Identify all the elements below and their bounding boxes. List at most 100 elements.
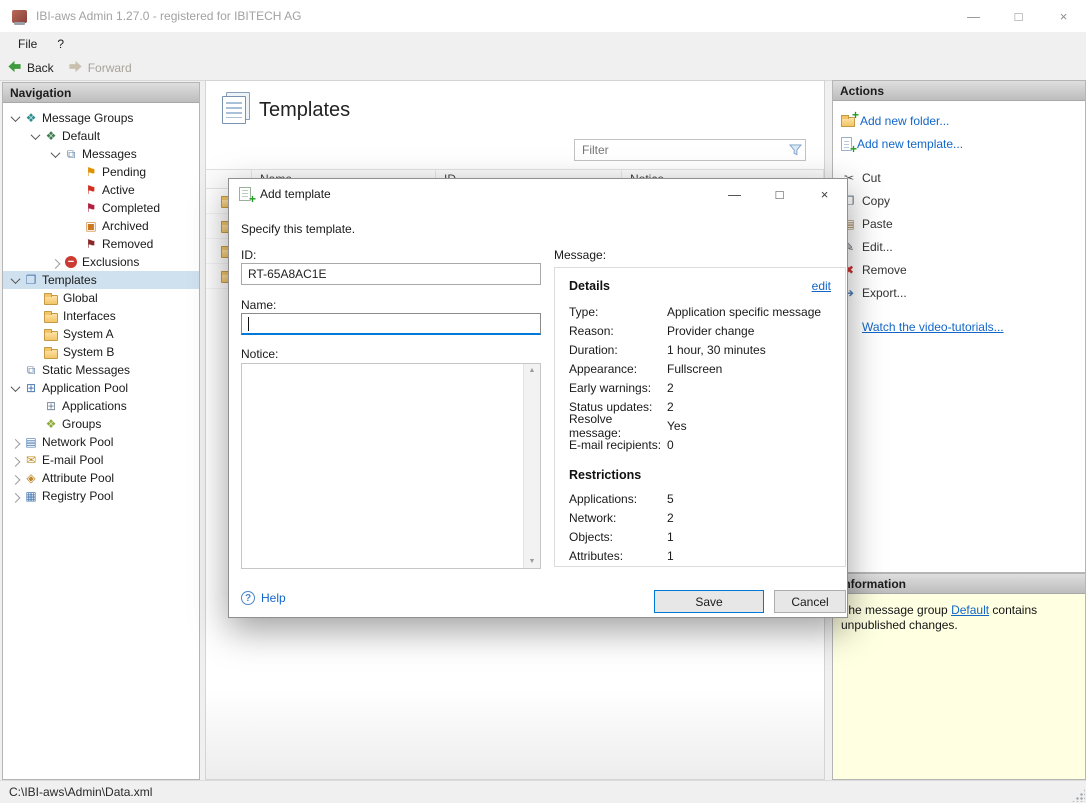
detail-value: 5 [667,492,674,506]
restrictions-rows: Applications:5Network:2Objects:1Attribut… [569,489,831,565]
titlebar: IBI-aws Admin 1.27.0 - registered for IB… [0,0,1086,32]
action-export[interactable]: Export... [841,281,1085,304]
dialog-close-button[interactable]: × [802,179,847,209]
tree-item-groups[interactable]: Groups [3,415,199,433]
chevron-expanded-icon[interactable] [7,277,23,284]
chevron-expanded-icon[interactable] [47,151,63,158]
flag-removed-icon [83,237,99,252]
detail-row: Duration:1 hour, 30 minutes [569,340,831,359]
forward-label: Forward [88,61,132,75]
notice-scrollbar[interactable]: ▲ ▼ [523,364,540,568]
forward-button[interactable]: Forward [68,59,132,77]
window-close-button[interactable]: × [1041,0,1086,32]
tree-item-e-mail-pool[interactable]: E-mail Pool [3,451,199,469]
name-input[interactable] [241,313,541,335]
tree-item-templates[interactable]: Templates [3,271,199,289]
notice-textarea[interactable] [242,364,523,568]
tree-item-pending[interactable]: Pending [3,163,199,181]
tree-item-exclusions[interactable]: Exclusions [3,253,199,271]
window-maximize-button[interactable]: □ [996,0,1041,32]
applications-icon [43,399,59,414]
chevron-collapsed-icon[interactable] [7,475,23,482]
detail-value: Yes [667,419,687,433]
tree-item-global[interactable]: Global [3,289,199,307]
groups-icon [43,417,59,432]
folder-icon [44,331,58,341]
action-label: Edit... [862,240,893,254]
message-label: Message: [554,248,606,262]
add-template-dialog: Add template —□× Specify this template. … [228,178,848,618]
action-cut[interactable]: Cut [841,166,1085,189]
filter-input[interactable] [575,143,785,157]
tree-item-system-a[interactable]: System A [3,325,199,343]
filter-funnel-icon[interactable] [785,144,805,156]
folder-icon [44,349,58,359]
tree-item-messages[interactable]: Messages [3,145,199,163]
tree-item-static-messages[interactable]: Static Messages [3,361,199,379]
chevron-collapsed-icon[interactable] [7,457,23,464]
flag-active-icon [83,183,99,198]
exclusions-icon [65,256,77,268]
tree-item-archived[interactable]: Archived [3,217,199,235]
action-paste[interactable]: Paste [841,212,1085,235]
chevron-collapsed-icon[interactable] [7,493,23,500]
tree-item-system-b[interactable]: System B [3,343,199,361]
window-minimize-button[interactable]: — [951,0,996,32]
tree-item-default[interactable]: Default [3,127,199,145]
action-add-new-template[interactable]: Add new template... [841,132,1085,155]
information-header: Information [833,574,1085,594]
tree-item-message-groups[interactable]: Message Groups [3,109,199,127]
navigation-header-label: Navigation [10,86,71,100]
scroll-down-icon[interactable]: ▼ [529,558,536,565]
back-button[interactable]: Back [7,59,54,77]
actions-panel: Actions Add new folder...Add new templat… [832,80,1086,573]
save-button[interactable]: Save [654,590,764,613]
id-label: ID: [241,248,256,262]
folder-icon [44,313,58,323]
tree-item-completed[interactable]: Completed [3,199,199,217]
tree-item-label: Interfaces [63,309,122,323]
id-input[interactable] [241,263,541,285]
detail-label: Reason: [569,324,667,338]
dialog-maximize-button[interactable]: □ [757,179,802,209]
action-copy[interactable]: Copy [841,189,1085,212]
information-body: The message group Default contains unpub… [833,594,1085,642]
action-watch-the-video-tutorials[interactable]: Watch the video-tutorials... [841,315,1085,338]
resize-grip[interactable] [1072,789,1085,802]
window-controls: —□× [951,0,1086,32]
chevron-expanded-icon[interactable] [27,133,43,140]
tree-item-removed[interactable]: Removed [3,235,199,253]
tree-item-network-pool[interactable]: Network Pool [3,433,199,451]
chevron-collapsed-icon[interactable] [7,439,23,446]
action-remove[interactable]: Remove [841,258,1085,281]
network-pool-icon [23,435,39,450]
tree-item-registry-pool[interactable]: Registry Pool [3,487,199,505]
cancel-button[interactable]: Cancel [774,590,846,613]
filter-box [574,139,806,161]
action-edit[interactable]: Edit... [841,235,1085,258]
tree-item-interfaces[interactable]: Interfaces [3,307,199,325]
tree-item-active[interactable]: Active [3,181,199,199]
tree-item-label: Exclusions [82,255,145,269]
action-add-new-folder[interactable]: Add new folder... [841,109,1085,132]
dialog-minimize-button[interactable]: — [712,179,757,209]
box-archived-icon [83,219,99,234]
tree-item-application-pool[interactable]: Application Pool [3,379,199,397]
chevron-expanded-icon[interactable] [7,115,23,122]
tree-item-applications[interactable]: Applications [3,397,199,415]
detail-label: Duration: [569,343,667,357]
menu-file[interactable]: File [8,34,47,54]
chevron-collapsed-icon[interactable] [47,259,63,266]
menu-help[interactable]: ? [47,34,74,54]
scroll-up-icon[interactable]: ▲ [529,367,536,374]
chevron-expanded-icon[interactable] [7,385,23,392]
tree-item-label: Network Pool [42,435,119,449]
tree-item-attribute-pool[interactable]: Attribute Pool [3,469,199,487]
tree-item-label: Pending [102,165,152,179]
detail-row: E-mail recipients:0 [569,435,831,454]
help-button[interactable]: ? Help [241,591,286,605]
edit-link[interactable]: edit [812,279,831,293]
default-group-link[interactable]: Default [951,603,989,617]
tree-item-label: System B [63,345,120,359]
detail-value: 2 [667,400,674,414]
